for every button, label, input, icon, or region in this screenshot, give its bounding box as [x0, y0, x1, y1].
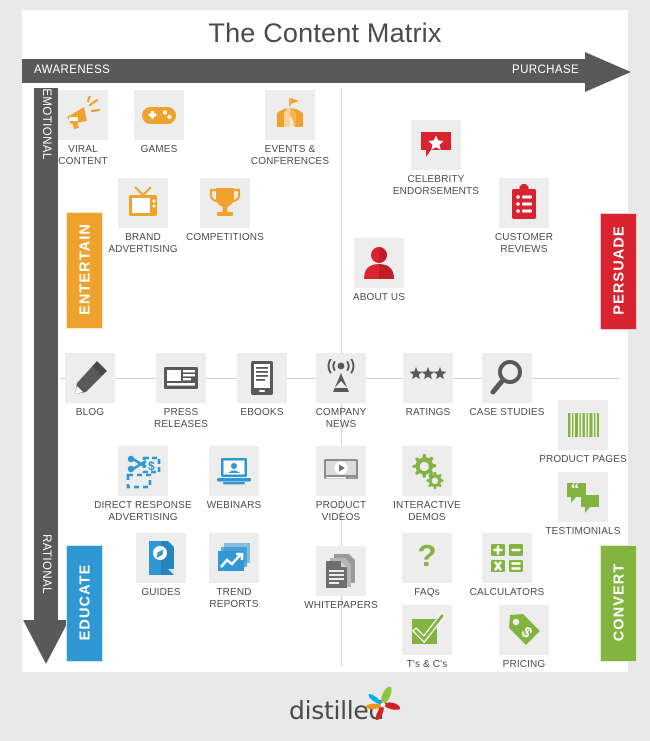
question-mark-icon: ? [402, 533, 452, 583]
coupon-icon: $ [118, 446, 168, 496]
matrix-item[interactable]: PRODUCT PAGES [539, 400, 627, 466]
horizontal-arrow-head-icon [585, 52, 631, 92]
trophy-icon [200, 178, 250, 228]
barcode-icon [558, 400, 608, 450]
video-player-icon [316, 446, 366, 496]
matrix-item[interactable]: $ PRICING [499, 605, 549, 671]
matrix-item[interactable]: $ DIRECT RESPONSE ADVERTISING [94, 446, 192, 523]
matrix-item[interactable]: ABOUT US [353, 238, 405, 304]
matrix-item[interactable]: T's & C's [402, 605, 452, 671]
three-stars-icon [403, 353, 453, 403]
quadrant-label-persuade: PERSUADE [600, 213, 637, 330]
matrix-item-label: CASE STUDIES [469, 407, 545, 418]
trend-chart-icon [209, 533, 259, 583]
gears-icon [402, 446, 452, 496]
matrix-item-label: WHITEPAPERS [304, 600, 378, 611]
matrix-item-label: COMPETITIONS [186, 232, 264, 243]
svg-text:$: $ [148, 459, 155, 473]
svg-text:“: “ [571, 481, 579, 498]
newspaper-icon [156, 353, 206, 403]
matrix-item[interactable]: COMPANY NEWS [316, 353, 366, 430]
svg-text:?: ? [418, 539, 437, 573]
laptop-icon [209, 446, 259, 496]
matrix-item[interactable]: EVENTS & CONFERENCES [251, 90, 329, 167]
matrix-item[interactable]: CUSTOMER REVIEWS [495, 178, 553, 255]
matrix-item[interactable]: CASE STUDIES [469, 353, 544, 419]
vertical-arrow-head-icon [23, 620, 69, 664]
content-matrix-infographic: The Content Matrix AWARENESS PURCHASE EM… [0, 0, 650, 741]
matrix-item[interactable]: BLOG [65, 353, 115, 419]
quadrant-label-convert: CONVERT [600, 545, 637, 662]
brand-logo: distilled [289, 686, 401, 728]
tent-icon [265, 90, 315, 140]
matrix-item-label: CALCULATORS [469, 587, 545, 598]
matrix-item[interactable]: GAMES [134, 90, 184, 156]
quadrant-label-convert-text: CONVERT [611, 562, 628, 642]
clipboard-icon [499, 178, 549, 228]
person-icon [354, 238, 404, 288]
matrix-item-label: INTERACTIVE DEMOS [393, 500, 461, 523]
broadcast-icon [316, 353, 366, 403]
matrix-item[interactable]: “ TESTIMONIALS [545, 472, 620, 538]
quadrant-label-educate: EDUCATE [66, 545, 103, 662]
map-document-icon [136, 533, 186, 583]
matrix-item[interactable]: WHITEPAPERS [304, 546, 378, 612]
ereader-icon [237, 353, 287, 403]
vertical-axis: EMOTIONAL RATIONAL [23, 88, 69, 666]
matrix-item-label: ABOUT US [352, 292, 406, 303]
page-title: The Content Matrix [208, 18, 442, 48]
pinwheel-logo-icon [366, 686, 401, 721]
axis-label-awareness: AWARENESS [34, 64, 111, 76]
horizontal-axis: AWARENESS PURCHASE [22, 52, 632, 92]
documents-icon [316, 546, 366, 596]
matrix-item[interactable]: INTERACTIVE DEMOS [393, 446, 461, 523]
axis-label-rational: RATIONAL [40, 534, 52, 594]
matrix-item[interactable]: COMPETITIONS [186, 178, 264, 244]
matrix-item-label: CELEBRITY ENDORSEMENTS [392, 174, 480, 197]
matrix-item-label: PRICING [502, 659, 546, 670]
matrix-item-label: TESTIMONIALS [545, 526, 621, 537]
megaphone-icon [58, 90, 108, 140]
matrix-item-label: CUSTOMER REVIEWS [494, 232, 554, 255]
checkbox-icon [402, 605, 452, 655]
matrix-item[interactable]: WEBINARS [207, 446, 261, 512]
gamepad-icon [134, 90, 184, 140]
quote-bubbles-icon: “ [558, 472, 608, 522]
matrix-item[interactable]: PRODUCT VIDEOS [316, 446, 366, 523]
pencil-icon [65, 353, 115, 403]
television-icon [118, 178, 168, 228]
matrix-item-label: PRODUCT PAGES [539, 454, 627, 465]
calculator-icon [482, 533, 532, 583]
axis-label-purchase: PURCHASE [512, 64, 580, 76]
price-tag-icon: $ [499, 605, 549, 655]
quadrant-label-entertain-text: ENTERTAIN [77, 223, 94, 315]
matrix-item-label: GAMES [140, 144, 178, 155]
quadrant-label-entertain: ENTERTAIN [66, 212, 103, 329]
quadrant-label-persuade-text: PERSUADE [611, 225, 628, 315]
matrix-item[interactable]: TREND REPORTS [209, 533, 259, 610]
star-speech-icon [411, 120, 461, 170]
magnifier-icon [482, 353, 532, 403]
matrix-item[interactable]: CALCULATORS [470, 533, 544, 599]
quadrant-label-educate-text: EDUCATE [77, 563, 94, 641]
matrix-item-label: EVENTS & CONFERENCES [250, 144, 330, 167]
matrix-item[interactable]: CELEBRITY ENDORSEMENTS [393, 120, 479, 197]
